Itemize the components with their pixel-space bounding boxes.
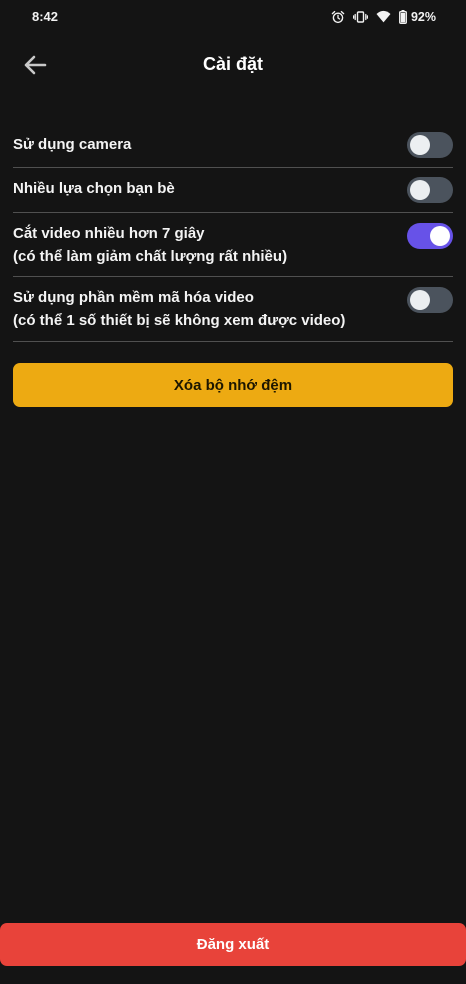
- video-encoding-toggle[interactable]: [407, 287, 453, 313]
- status-time: 8:42: [32, 9, 59, 24]
- setting-use-camera: Sử dụng camera: [13, 124, 453, 168]
- battery-percentage: 92%: [410, 9, 436, 24]
- wifi-icon: [376, 10, 391, 23]
- status-icons: 92%: [331, 8, 436, 25]
- setting-label: Sử dụng camera: [13, 136, 132, 153]
- toggle-knob: [410, 135, 430, 155]
- setting-video-encoding: Sử dụng phần mềm mã hóa video (có thể 1 …: [13, 277, 453, 342]
- setting-label: Cắt video nhiều hơn 7 giây: [13, 225, 205, 242]
- battery-icon: [399, 9, 407, 24]
- setting-multiple-friends: Nhiều lựa chọn bạn bè: [13, 168, 453, 213]
- setting-trim-video: Cắt video nhiều hơn 7 giây (có thể làm g…: [13, 213, 453, 277]
- use-camera-toggle[interactable]: [407, 132, 453, 158]
- toggle-knob: [430, 226, 450, 246]
- toggle-knob: [410, 290, 430, 310]
- alarm-icon: [331, 10, 345, 24]
- page-title: Cài đặt: [202, 54, 263, 74]
- setting-label: Sử dụng phần mềm mã hóa video: [13, 289, 254, 306]
- header: Cài đặt: [0, 40, 466, 92]
- logout-button[interactable]: Đăng xuất: [0, 923, 466, 966]
- setting-description: (có thể làm giảm chất lượng rất nhiều): [13, 248, 288, 265]
- toggle-knob: [410, 180, 430, 200]
- multiple-friends-toggle[interactable]: [407, 177, 453, 203]
- trim-video-toggle[interactable]: [407, 223, 453, 249]
- setting-description: (có thể 1 số thiết bị sẽ không xem được …: [13, 312, 346, 329]
- status-bar: 8:42 92%: [0, 0, 466, 34]
- setting-label: Nhiều lựa chọn bạn bè: [13, 180, 175, 197]
- clear-cache-button[interactable]: Xóa bộ nhớ đệm: [13, 363, 453, 407]
- vibrate-icon: [352, 10, 368, 24]
- settings-list: Sử dụng camera Nhiều lựa chọn bạn bè Cắt…: [13, 124, 453, 342]
